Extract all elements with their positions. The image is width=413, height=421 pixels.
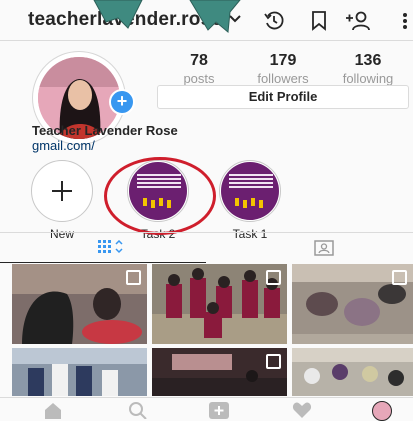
grid-photo-image <box>12 348 147 396</box>
multiple-photos-icon <box>126 270 141 285</box>
annotation-arrow-right <box>189 0 241 33</box>
active-tab-indicator <box>0 262 206 263</box>
highlights-divider <box>0 232 413 233</box>
highlight-task-1-cover <box>221 162 279 220</box>
highlight-task-1-circle[interactable] <box>219 160 281 222</box>
highlight-task-1[interactable]: Task 1 <box>219 160 281 241</box>
annotation-red-circle <box>104 157 216 235</box>
search-icon[interactable] <box>128 401 148 419</box>
following-count: 136 <box>354 52 382 69</box>
grid-photo[interactable] <box>152 264 287 344</box>
display-name: Teacher Lavender Rose <box>32 123 178 138</box>
grid-photo[interactable] <box>292 264 413 344</box>
plus-icon <box>52 181 72 201</box>
more-options-icon[interactable] <box>402 10 408 32</box>
bookmark-icon[interactable] <box>311 10 327 32</box>
profile-link[interactable]: gmail.com/ <box>32 138 95 153</box>
followers-label: followers <box>257 71 309 86</box>
multiple-photos-icon <box>266 354 281 369</box>
multiple-photos-icon <box>266 270 281 285</box>
following-label: following <box>342 71 394 86</box>
add-story-plus-icon[interactable]: + <box>109 89 135 115</box>
followers-count: 179 <box>269 52 297 69</box>
posts-count: 78 <box>190 52 208 69</box>
home-icon[interactable] <box>43 401 63 419</box>
stat-followers[interactable]: 179 followers <box>238 52 328 86</box>
highlight-task-1-label: Task 1 <box>232 227 268 241</box>
tagged-photos-icon[interactable] <box>314 240 334 256</box>
edit-profile-button[interactable]: Edit Profile <box>157 85 409 109</box>
activity-heart-icon[interactable] <box>292 401 312 419</box>
grid-photo[interactable] <box>292 348 413 396</box>
add-user-icon[interactable] <box>345 10 371 32</box>
header-divider <box>0 40 413 41</box>
stat-following[interactable]: 136 following <box>323 52 413 86</box>
stat-posts[interactable]: 78 posts <box>154 52 244 86</box>
multiple-photos-icon <box>392 270 407 285</box>
grid-photo[interactable] <box>12 264 147 344</box>
grid-view-icon[interactable] <box>98 240 128 254</box>
highlight-new-label: New <box>49 227 74 241</box>
grid-photo[interactable] <box>152 348 287 396</box>
annotation-arrow-left <box>93 0 143 29</box>
posts-label: posts <box>183 71 215 86</box>
highlight-new-circle[interactable] <box>31 160 93 222</box>
new-post-icon[interactable] <box>208 401 230 419</box>
highlight-new[interactable]: New <box>31 160 93 241</box>
grid-photo[interactable] <box>12 348 147 396</box>
grid-photo-image <box>292 348 413 396</box>
profile-tab-avatar[interactable] <box>372 401 392 421</box>
archive-history-icon[interactable] <box>263 10 285 32</box>
